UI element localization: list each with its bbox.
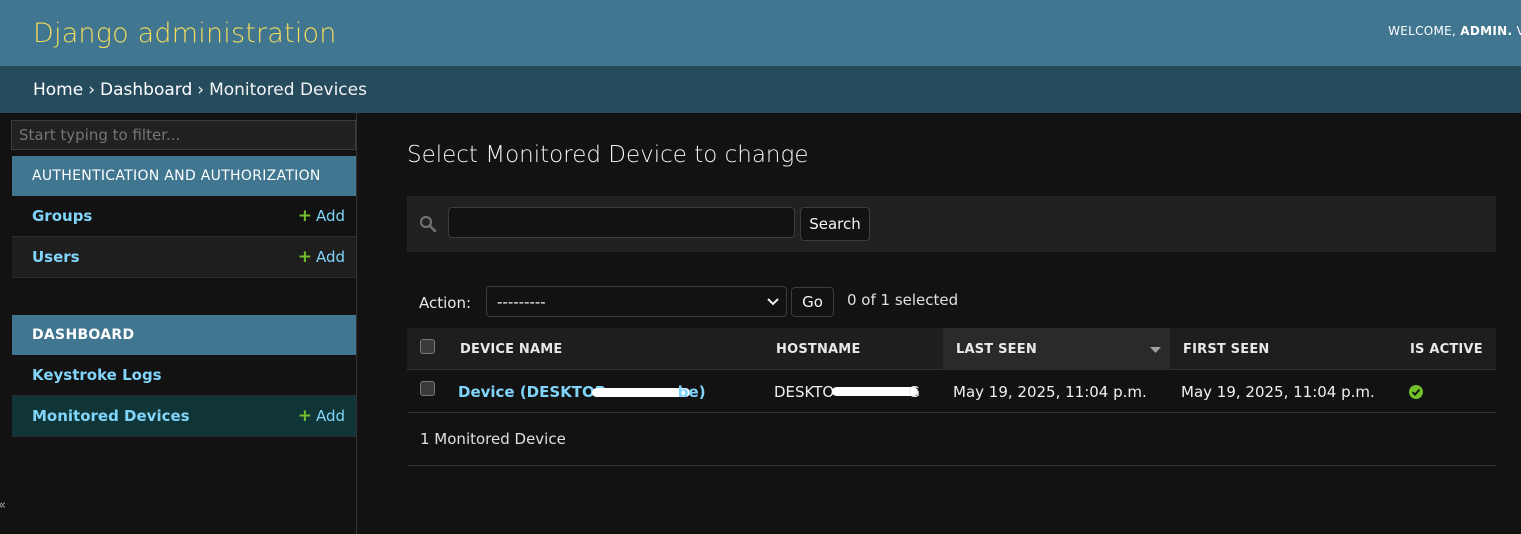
- redaction-mark: [591, 387, 690, 397]
- column-header-device-name[interactable]: DEVICE NAME: [447, 328, 763, 370]
- sidebar-item-label[interactable]: Keystroke Logs: [32, 366, 162, 384]
- breadcrumb-home[interactable]: Home: [33, 80, 83, 100]
- sort-descending-icon[interactable]: [1150, 347, 1161, 353]
- sidebar-item-groups: Groups + Add: [12, 196, 356, 237]
- plus-icon: +: [297, 205, 312, 226]
- select-all-cell: [407, 328, 447, 370]
- app-caption-dashboard[interactable]: DASHBOARD: [12, 315, 356, 355]
- last-seen-cell: May 19, 2025, 11:04 p.m.: [953, 382, 1147, 401]
- table-row: Device (DESKTOP be) DESKTO G May 19, 2025,…: [407, 370, 1496, 413]
- add-link-label: Add: [315, 207, 345, 225]
- device-name-link[interactable]: Device (DESKTOP be): [458, 383, 706, 401]
- column-header-is-active[interactable]: IS ACTIVE: [1397, 328, 1496, 370]
- search-toolbar: Search: [407, 196, 1496, 252]
- add-link-label: Add: [315, 407, 345, 425]
- hostname-cell: DESKTO G: [761, 370, 943, 413]
- redaction-mark: [832, 387, 919, 396]
- add-monitored-devices-link[interactable]: + Add: [298, 407, 345, 425]
- paginator: 1 Monitored Device: [407, 413, 1496, 466]
- row-select-checkbox[interactable]: [420, 381, 435, 396]
- column-header-first-seen[interactable]: FIRST SEEN: [1170, 328, 1397, 370]
- result-list-table: DEVICE NAME HOSTNAME LAST SEEN FIRST SEE…: [407, 328, 1496, 413]
- first-seen-cell: May 19, 2025, 11:04 p.m.: [1181, 382, 1375, 401]
- sidebar-item-label[interactable]: Groups: [32, 207, 92, 225]
- sidebar-item-users: Users + Add: [12, 237, 356, 278]
- search-icon: [419, 215, 437, 233]
- site-header: Django administration WELCOME, ADMIN. V: [0, 0, 1521, 66]
- device-name-start: Device (DESKTOP: [458, 382, 606, 401]
- search-button[interactable]: Search: [800, 207, 870, 241]
- page-title: Select Monitored Device to change: [407, 142, 809, 168]
- breadcrumb: Home › Dashboard › Monitored Devices: [0, 66, 1521, 113]
- breadcrumb-current: Monitored Devices: [209, 79, 367, 100]
- sidebar-item-keystroke-logs: Keystroke Logs: [12, 355, 356, 396]
- add-link-label: Add: [315, 248, 345, 266]
- action-select[interactable]: ---------: [486, 286, 787, 317]
- selection-counter: 0 of 1 selected: [847, 291, 959, 309]
- select-all-checkbox[interactable]: [420, 338, 435, 354]
- row-select-cell: [407, 370, 447, 413]
- check-circle-icon: [1409, 384, 1423, 399]
- breadcrumb-separator: ›: [197, 79, 205, 100]
- sidebar-item-monitored-devices: Monitored Devices + Add: [12, 396, 356, 437]
- hostname-end: G: [908, 382, 920, 401]
- go-button[interactable]: Go: [791, 287, 834, 317]
- breadcrumb-separator: ›: [88, 79, 96, 100]
- column-header-hostname[interactable]: HOSTNAME: [763, 328, 943, 370]
- add-users-link[interactable]: + Add: [298, 248, 345, 266]
- column-header-last-seen[interactable]: LAST SEEN: [943, 328, 1170, 370]
- nav-filter-input[interactable]: [11, 120, 356, 150]
- sidebar-item-label[interactable]: Monitored Devices: [32, 407, 190, 425]
- chevron-down-icon: [767, 297, 779, 305]
- plus-icon: +: [297, 246, 312, 267]
- plus-icon: +: [297, 405, 312, 426]
- app-caption-auth[interactable]: AUTHENTICATION AND AUTHORIZATION: [12, 156, 356, 196]
- breadcrumb-dashboard[interactable]: Dashboard: [100, 80, 192, 100]
- sidebar-item-label[interactable]: Users: [32, 248, 80, 266]
- toggle-nav-sidebar-button[interactable]: «: [0, 498, 6, 513]
- search-input[interactable]: [448, 207, 795, 238]
- is-active-cell: [1397, 370, 1496, 413]
- device-name-cell: Device (DESKTOP be): [445, 370, 763, 413]
- username: ADMIN.: [1460, 24, 1513, 38]
- action-select-value: ---------: [497, 292, 546, 311]
- hostname-start: DESKTO: [774, 382, 835, 401]
- column-header-label: LAST SEEN: [956, 341, 1037, 357]
- action-label: Action:: [419, 294, 472, 312]
- user-tools: WELCOME, ADMIN. V: [1388, 24, 1521, 38]
- welcome-text: WELCOME,: [1388, 24, 1457, 38]
- nav-sidebar: AUTHENTICATION AND AUTHORIZATION Groups …: [0, 113, 357, 534]
- site-branding[interactable]: Django administration: [33, 18, 337, 49]
- device-name-end: be): [677, 382, 706, 401]
- add-groups-link[interactable]: + Add: [298, 207, 345, 225]
- user-tools-overflow[interactable]: V: [1516, 24, 1521, 38]
- table-header: DEVICE NAME HOSTNAME LAST SEEN FIRST SEE…: [407, 328, 1496, 370]
